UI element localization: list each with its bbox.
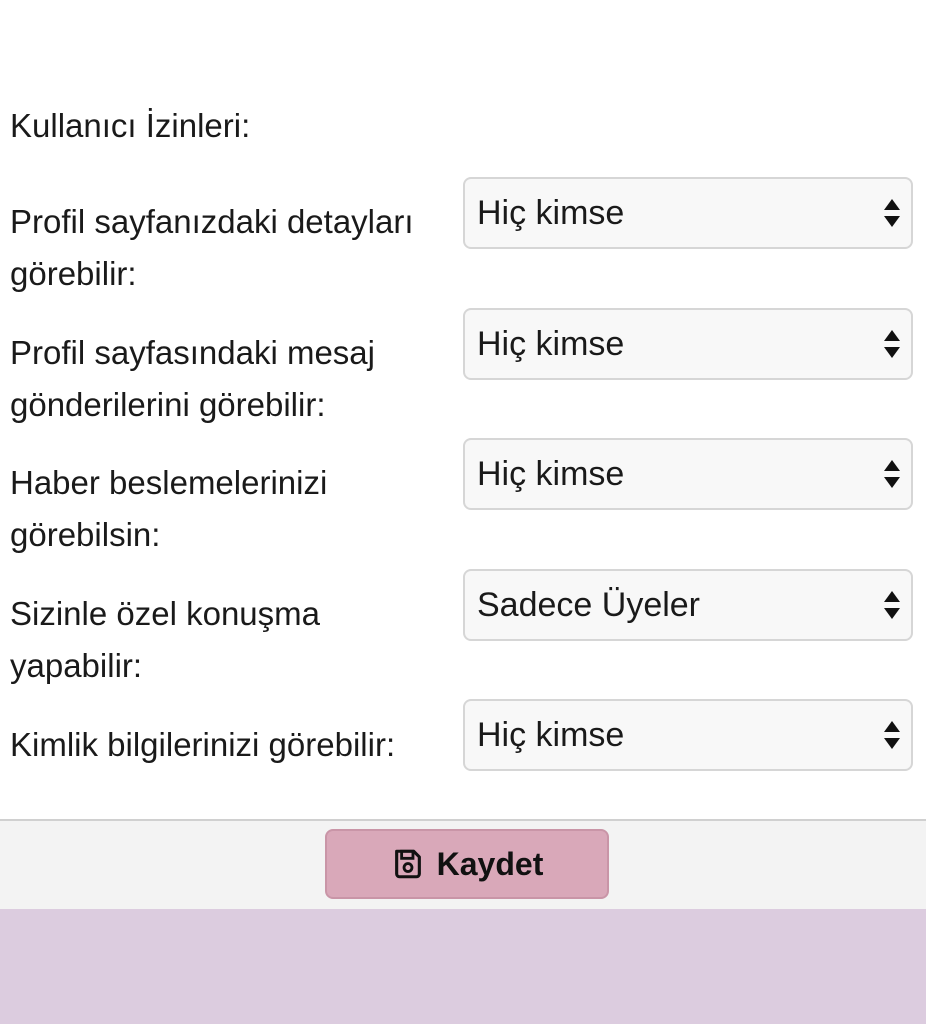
permission-select-message-posts[interactable]: Hiç kimse [463,308,913,380]
permission-select-profile-details[interactable]: Hiç kimse [463,177,913,249]
permission-select-identity-info[interactable]: Hiç kimse [463,699,913,771]
permission-select-private-chat[interactable]: Sadece Üyeler [463,569,913,641]
permission-label-news-feeds: Haber beslemelerinizi görebilsin: [10,464,328,553]
save-button[interactable]: Kaydet [325,829,609,899]
updown-icon [884,721,900,749]
permission-select-value: Hiç kimse [477,715,625,754]
permission-label-message-posts: Profil sayfasındaki mesaj gönderilerini … [10,334,375,423]
updown-icon [884,460,900,488]
permission-label-profile-details: Profil sayfanızdaki detayları görebilir: [10,203,414,292]
floppy-disk-icon [394,849,421,879]
updown-icon [884,199,900,227]
section-title: Kullanıcı İzinleri: [10,107,251,144]
permission-select-value: Hiç kimse [477,324,625,363]
save-button-label: Kaydet [436,845,544,882]
user-permissions-page: Kullanıcı İzinleri: Profil sayfanızdaki … [0,0,926,1024]
permission-select-value: Sadece Üyeler [477,585,701,624]
bottom-band [0,909,926,1024]
permission-label-private-chat: Sizinle özel konuşma yapabilir: [10,595,320,684]
updown-icon [884,591,900,619]
permission-label-identity-info: Kimlik bilgilerinizi görebilir: [10,726,396,763]
updown-icon [884,330,900,358]
permission-select-value: Hiç kimse [477,193,625,232]
permission-select-value: Hiç kimse [477,454,625,493]
permission-select-news-feeds[interactable]: Hiç kimse [463,438,913,510]
